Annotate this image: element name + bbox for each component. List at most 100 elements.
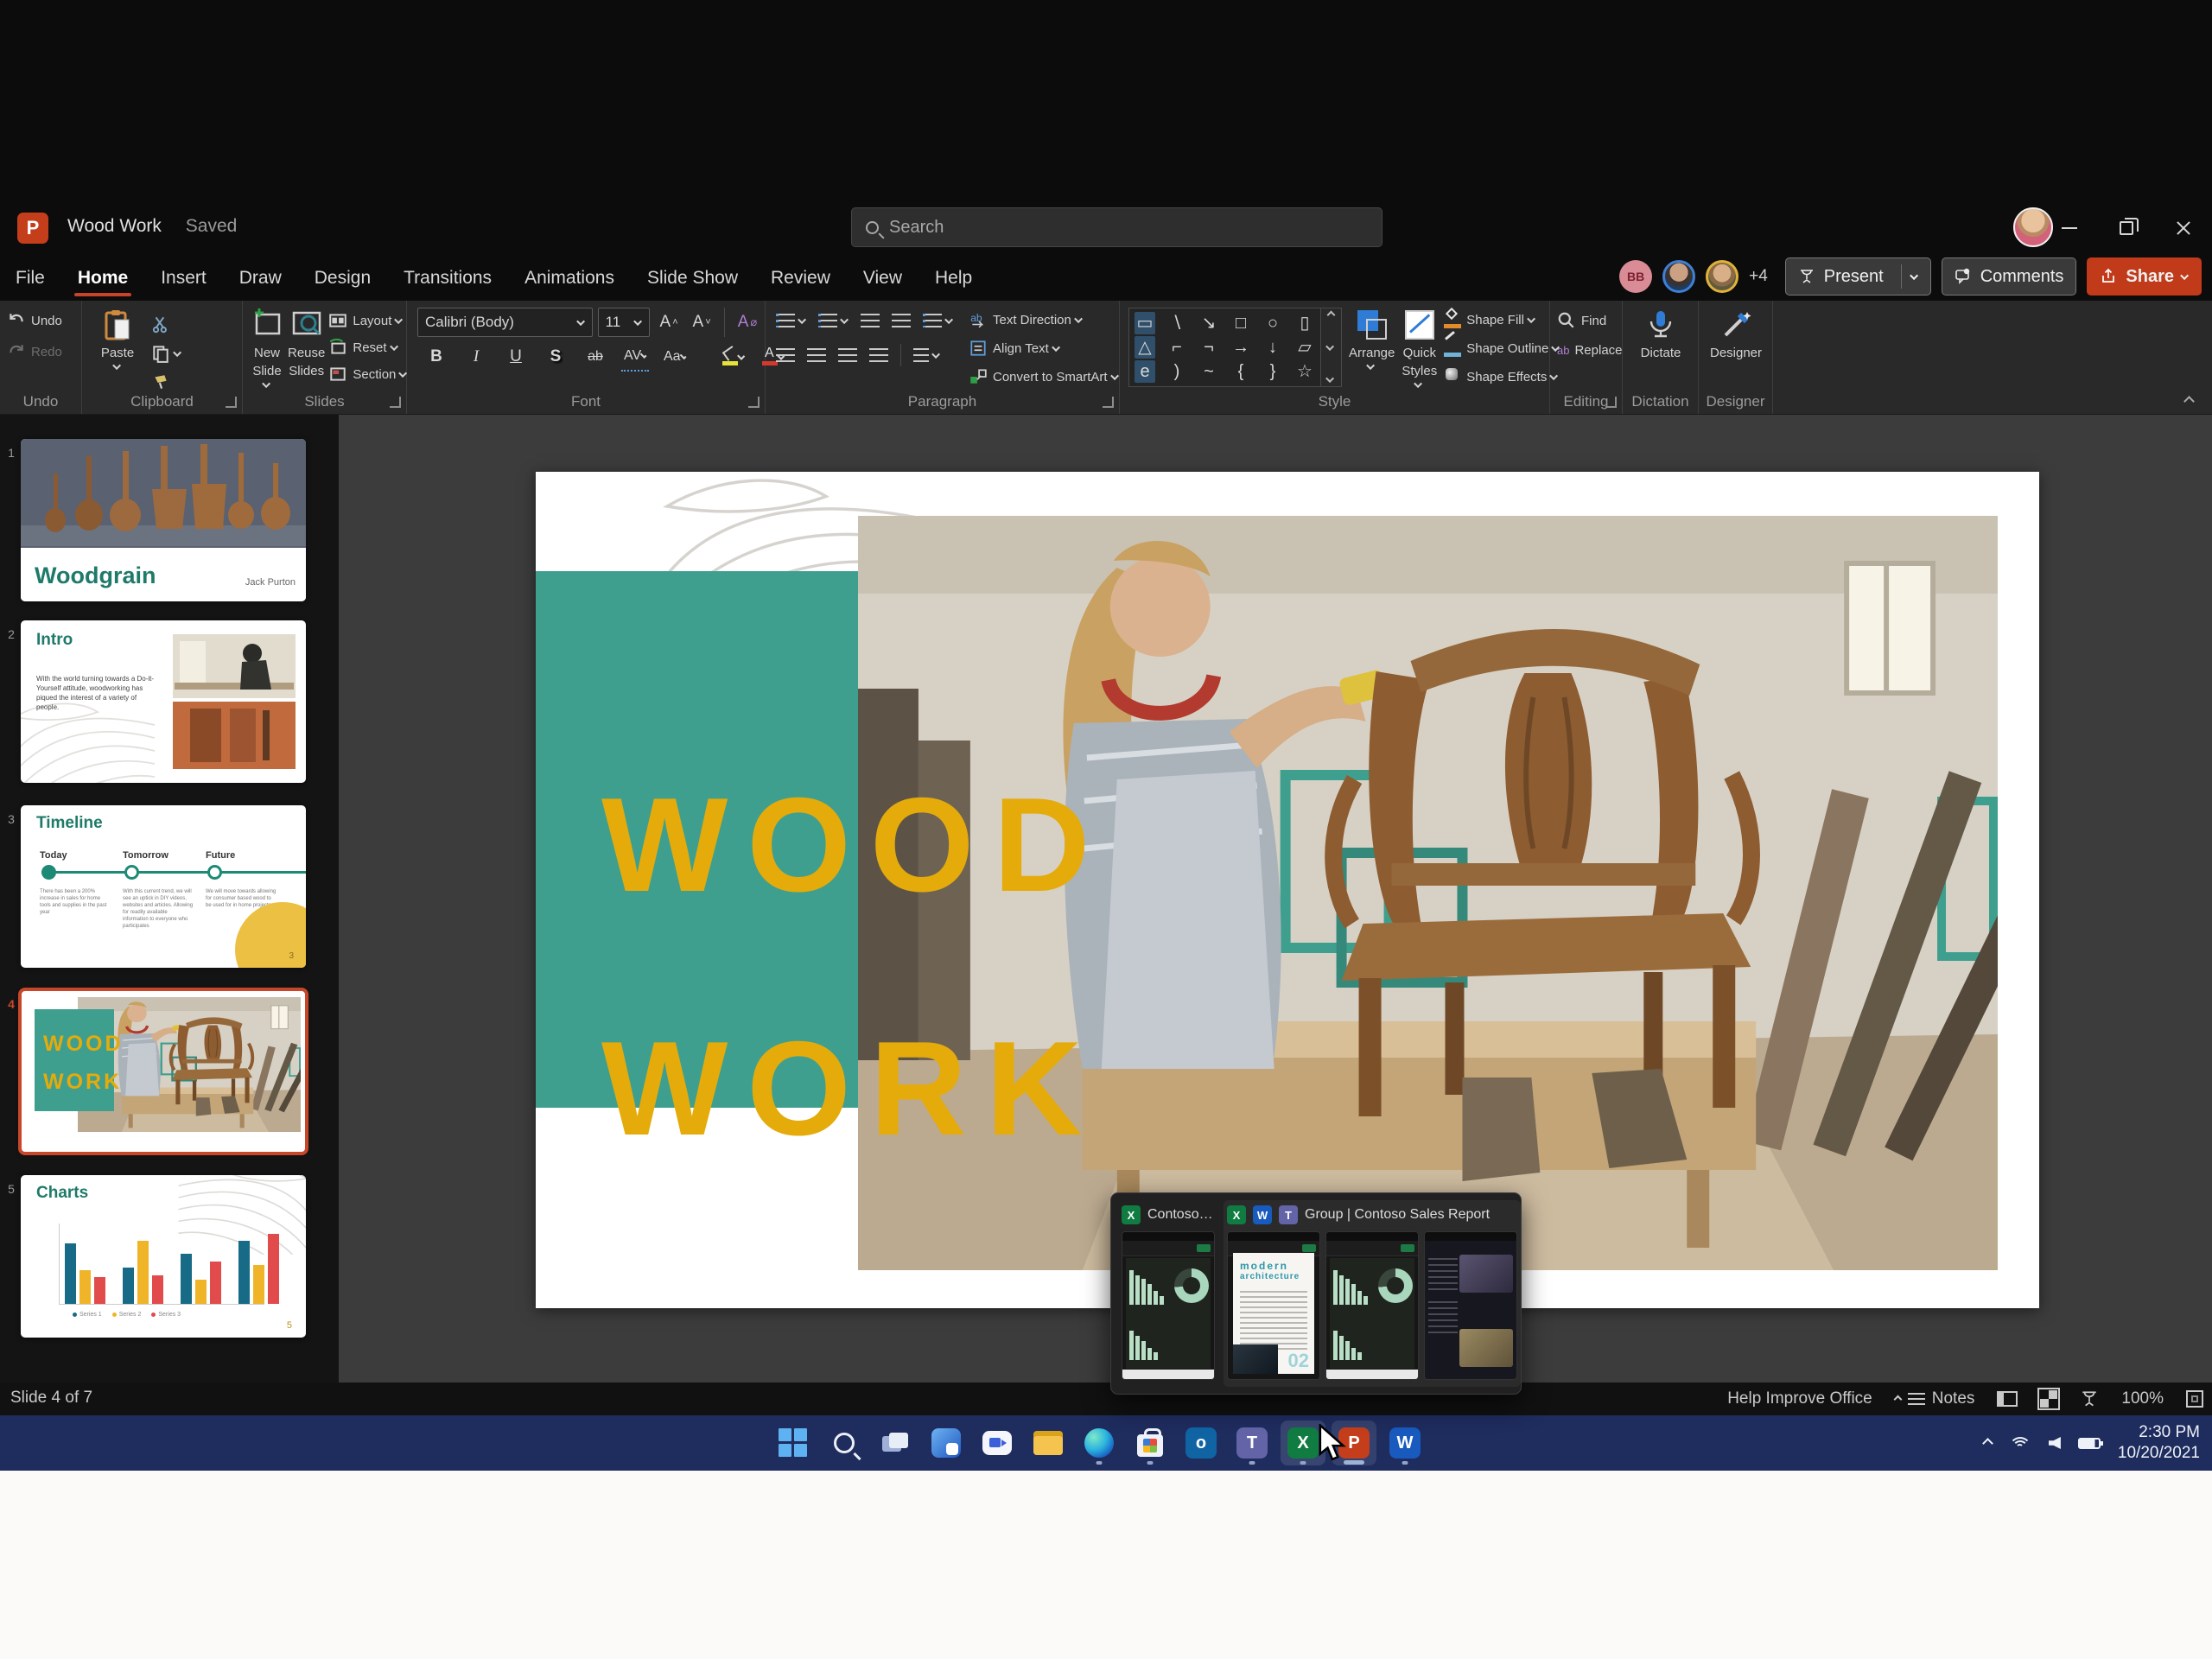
decrease-indent-button[interactable] [861, 308, 880, 334]
share-button[interactable]: Share [2087, 257, 2202, 296]
menu-slideshow[interactable]: Slide Show [647, 268, 738, 289]
start-button[interactable] [771, 1421, 816, 1465]
wifi-icon[interactable] [2009, 1435, 2031, 1451]
shape-outline-button[interactable]: Shape Outline [1444, 338, 1560, 359]
clipboard-dialog-launcher[interactable] [226, 397, 237, 408]
word-window-preview[interactable]: modern architecture 02 [1227, 1231, 1320, 1380]
restore-button[interactable] [2098, 200, 2155, 256]
file-explorer-button[interactable] [1026, 1421, 1071, 1465]
battery-icon[interactable] [2078, 1438, 2101, 1449]
redo-button[interactable]: Redo [7, 339, 78, 365]
slide-thumbnail-1[interactable]: Woodgrain Jack Purton [21, 439, 306, 601]
slide-title-line1[interactable]: WOOD [601, 776, 1109, 914]
teams-window-preview[interactable] [1424, 1231, 1517, 1380]
menu-transitions[interactable]: Transitions [404, 268, 492, 289]
align-text-button[interactable]: Align Text [969, 338, 1119, 359]
collaborator-avatar-bb[interactable]: BB [1619, 260, 1652, 293]
align-center-button[interactable] [807, 342, 826, 368]
outlook-button[interactable]: o [1179, 1421, 1224, 1465]
italic-button[interactable]: I [462, 342, 490, 372]
gallery-scroll-up-icon[interactable] [1327, 311, 1336, 320]
shape-cell[interactable]: ▭ [1135, 312, 1155, 334]
numbering-button[interactable] [818, 308, 849, 334]
slideshow-view-button[interactable] [2080, 1389, 2099, 1408]
copy-button[interactable] [151, 340, 181, 366]
shapes-gallery[interactable]: ▭∖↘□○▯△⌐¬→↓▱e)~{}☆ [1128, 308, 1321, 387]
undo-button[interactable]: Undo [7, 308, 78, 334]
teams-button[interactable]: T [1230, 1421, 1274, 1465]
edge-button[interactable] [1077, 1421, 1122, 1465]
character-spacing-button[interactable]: AV [621, 342, 649, 372]
more-collaborators[interactable]: +4 [1749, 267, 1768, 286]
volume-icon[interactable] [2049, 1437, 2061, 1449]
strikethrough-button[interactable]: ab [582, 342, 609, 372]
shape-cell[interactable]: ⌐ [1166, 336, 1187, 359]
shapes-gallery-scroll[interactable] [1321, 308, 1342, 387]
menu-file[interactable]: File [16, 268, 45, 289]
paste-button[interactable]: Paste [92, 308, 143, 391]
slide-thumbnail-4-selected[interactable]: WOOD WORK [21, 990, 306, 1153]
text-shadow-button[interactable]: S [542, 342, 569, 372]
present-button[interactable]: Present [1785, 257, 1931, 296]
shape-cell[interactable]: ~ [1198, 360, 1219, 383]
font-size-select[interactable]: 11 [598, 308, 650, 337]
slide-canvas[interactable]: WOOD WORK [536, 472, 2039, 1308]
paragraph-dialog-launcher[interactable] [1103, 397, 1114, 408]
layout-button[interactable]: Layout [328, 310, 407, 331]
preview-group-sales-report[interactable]: X W T Group | Contoso Sales Report moder… [1224, 1200, 1521, 1387]
shape-effects-button[interactable]: Shape Effects [1444, 366, 1560, 387]
section-button[interactable]: Section [328, 364, 407, 385]
word-button[interactable]: W [1382, 1421, 1427, 1465]
increase-indent-button[interactable] [892, 308, 911, 334]
align-left-button[interactable] [776, 342, 795, 368]
microsoft-store-button[interactable] [1128, 1421, 1173, 1465]
menu-insert[interactable]: Insert [161, 268, 207, 289]
excel-window-preview-2[interactable] [1325, 1231, 1419, 1380]
menu-view[interactable]: View [863, 268, 902, 289]
slide-thumbnail-5[interactable]: Charts Series 1Series 2Series 3 5 [21, 1175, 306, 1338]
shape-cell[interactable]: □ [1230, 312, 1251, 334]
shrink-font-button[interactable]: A˅ [688, 308, 715, 337]
font-dialog-launcher[interactable] [748, 397, 760, 408]
minimize-button[interactable] [2041, 200, 2098, 256]
menu-design[interactable]: Design [315, 268, 371, 289]
shape-cell[interactable]: △ [1135, 336, 1155, 359]
tray-show-hidden-icons[interactable] [1982, 1438, 1993, 1449]
change-case-button[interactable]: Aa [661, 342, 689, 372]
menu-home[interactable]: Home [78, 268, 128, 289]
collaborator-avatar-3[interactable] [1706, 260, 1738, 293]
normal-view-button[interactable] [1997, 1391, 2018, 1407]
bold-button[interactable]: B [423, 342, 450, 372]
help-improve-office-link[interactable]: Help Improve Office [1727, 1389, 1872, 1408]
cut-button[interactable] [151, 311, 181, 337]
task-view-button[interactable] [873, 1421, 918, 1465]
columns-button[interactable] [913, 342, 940, 368]
close-button[interactable] [2155, 200, 2212, 256]
shape-cell[interactable]: ↘ [1198, 312, 1219, 334]
shape-cell[interactable]: ) [1166, 360, 1187, 383]
taskbar-search-button[interactable] [822, 1421, 867, 1465]
share-dropdown-icon[interactable] [2180, 271, 2189, 280]
shape-cell[interactable]: ∖ [1166, 312, 1187, 334]
slide-thumbnail-3[interactable]: Timeline Today Tomorrow Future There has… [21, 805, 306, 968]
slide-thumbnail-2[interactable]: Intro With the world turning towards a D… [21, 620, 306, 783]
zoom-level[interactable]: 100% [2121, 1389, 2164, 1408]
collapse-ribbon-icon[interactable] [2183, 396, 2195, 407]
shape-cell[interactable]: → [1230, 336, 1251, 359]
grow-font-button[interactable]: A˄ [655, 308, 683, 337]
convert-to-smartart-button[interactable]: Convert to SmartArt [969, 366, 1119, 387]
gallery-scroll-down-icon[interactable] [1325, 342, 1334, 351]
bullets-button[interactable] [776, 308, 806, 334]
search-input[interactable]: Search [851, 207, 1382, 247]
slide-sorter-view-button[interactable] [2040, 1390, 2057, 1408]
paste-dropdown-icon[interactable] [112, 361, 121, 370]
fit-slide-to-window-button[interactable] [2186, 1390, 2203, 1408]
shape-cell[interactable]: e [1135, 360, 1155, 383]
replace-button[interactable]: ab Replace [1557, 340, 1618, 359]
shape-cell[interactable]: ¬ [1198, 336, 1219, 359]
shape-cell[interactable]: ↓ [1262, 336, 1283, 359]
preview-group-contoso[interactable]: X Contoso… [1118, 1200, 1218, 1387]
notes-button[interactable]: Notes [1895, 1389, 1975, 1408]
present-dropdown-icon[interactable] [1910, 271, 1918, 280]
menu-review[interactable]: Review [771, 268, 830, 289]
